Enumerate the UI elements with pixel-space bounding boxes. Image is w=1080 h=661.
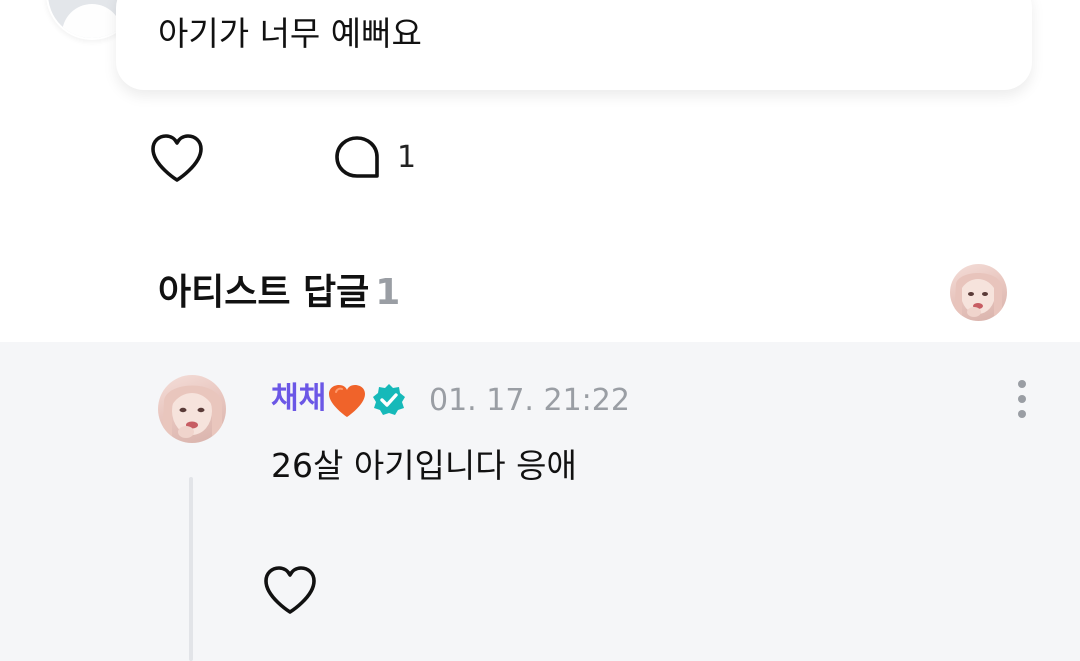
more-options-button[interactable] <box>1008 376 1036 422</box>
artist-avatar-small[interactable] <box>950 264 1007 321</box>
like-button[interactable] <box>149 132 205 184</box>
artist-reply-title: 아티스트 답글 <box>158 272 370 313</box>
artist-avatar[interactable] <box>158 375 226 443</box>
speech-bubble-icon <box>335 136 379 178</box>
heart-outline-icon <box>151 134 203 182</box>
verified-badge-icon <box>373 384 405 415</box>
more-vertical-icon <box>1018 380 1026 388</box>
comment-count: 1 <box>397 140 417 175</box>
artist-reply-header: 아티스트 답글 1 <box>158 270 400 316</box>
reply-text: 26살 아기입니다 응애 <box>271 446 577 485</box>
comment-button[interactable] <box>333 134 381 180</box>
reply-timestamp: 01. 17. 21:22 <box>429 383 630 418</box>
comment-text: 아기가 너무 예뻐요 <box>158 14 422 53</box>
artist-reply-count: 1 <box>375 272 401 313</box>
reply-like-button[interactable] <box>262 564 318 616</box>
thread-line <box>189 477 193 661</box>
reply-author-name[interactable]: 채채 <box>271 378 326 420</box>
orange-heart-emoji <box>329 385 365 417</box>
heart-outline-icon <box>264 566 316 614</box>
